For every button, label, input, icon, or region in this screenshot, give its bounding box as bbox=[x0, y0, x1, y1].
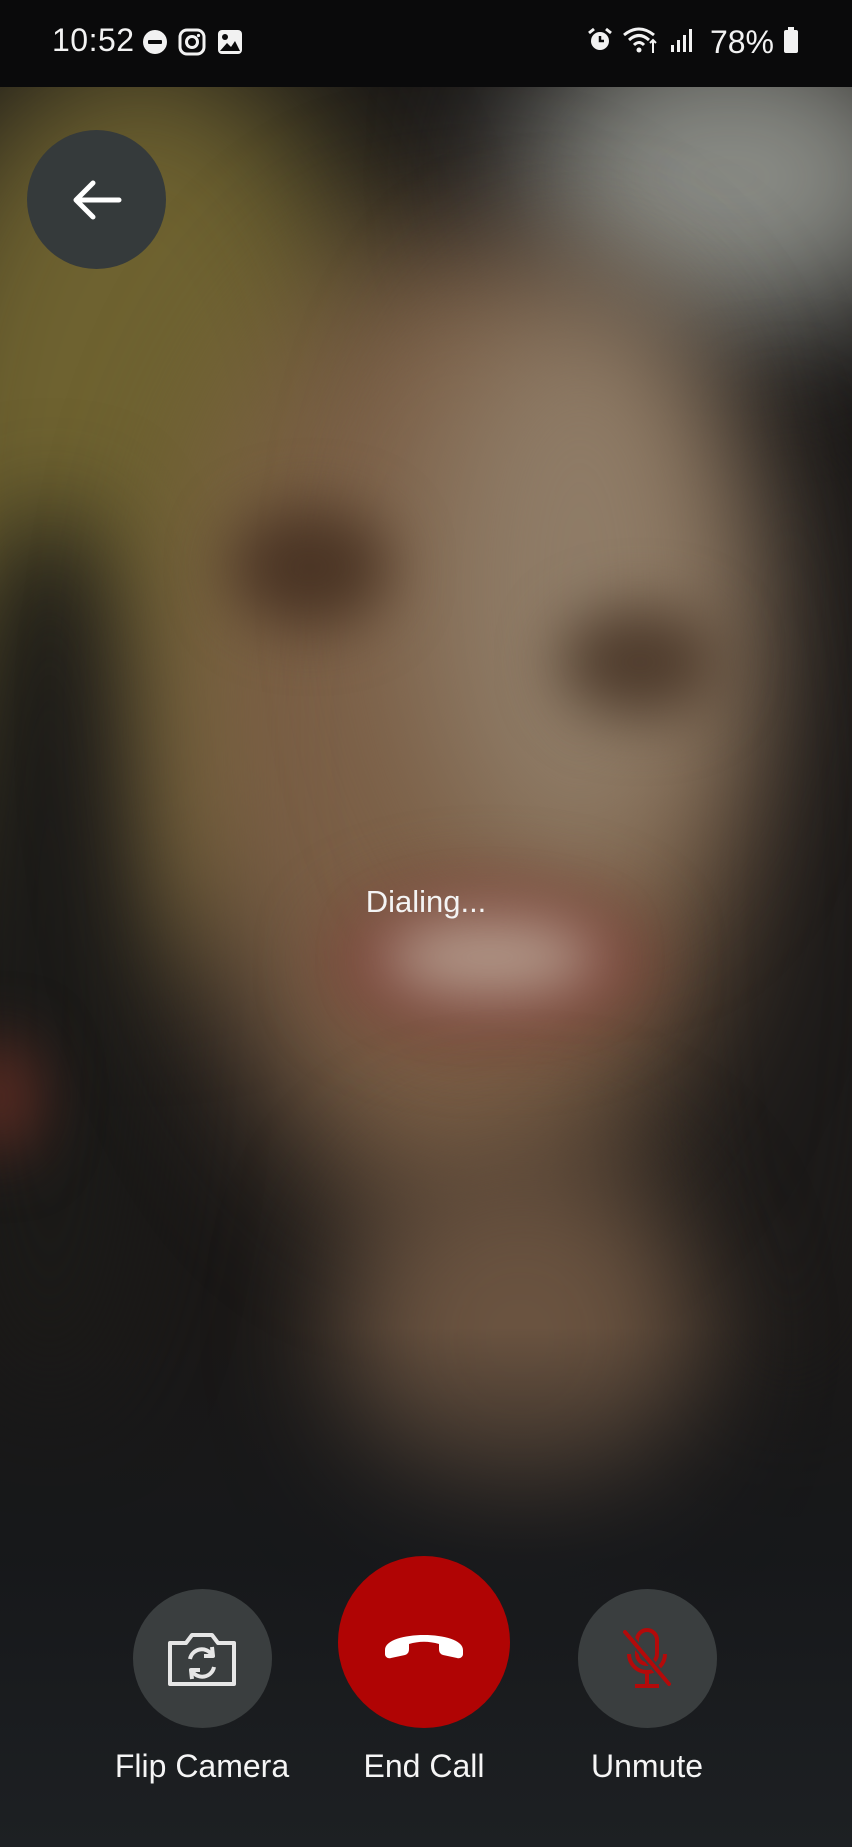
flip-camera-button[interactable] bbox=[132, 1589, 272, 1728]
unmute-label: Unmute bbox=[590, 1748, 704, 1784]
flip-camera-icon bbox=[168, 1632, 236, 1686]
status-time: 10:52 bbox=[52, 22, 135, 58]
battery-percent: 78% bbox=[709, 24, 774, 60]
instagram-icon bbox=[178, 28, 206, 61]
microphone-off-icon bbox=[621, 1627, 673, 1688]
unmute-control: Unmute bbox=[547, 1589, 747, 1785]
end-call-button[interactable] bbox=[338, 1556, 510, 1728]
phone-hangup-icon bbox=[385, 1635, 463, 1659]
battery-icon bbox=[782, 26, 800, 59]
alarm-icon bbox=[586, 26, 614, 59]
back-button[interactable] bbox=[27, 130, 166, 269]
do-not-disturb-icon bbox=[142, 29, 168, 60]
flip-camera-label: Flip Camera bbox=[114, 1748, 290, 1784]
call-status-text: Dialing... bbox=[365, 884, 487, 919]
signal-icon bbox=[668, 26, 696, 59]
status-system-icons: 78% bbox=[586, 24, 800, 61]
gallery-icon bbox=[216, 28, 244, 61]
wifi-icon bbox=[622, 26, 660, 59]
arrow-left-icon bbox=[73, 180, 121, 219]
flip-camera-control: Flip Camera bbox=[102, 1589, 302, 1785]
end-call-control: End Call bbox=[324, 1556, 524, 1785]
unmute-button[interactable] bbox=[577, 1589, 717, 1728]
status-bar: 10:52 78% bbox=[0, 0, 852, 87]
end-call-label: End Call bbox=[363, 1748, 485, 1784]
video-call-screen: 10:52 78% Dialing... Flip Camera End Cal… bbox=[0, 0, 852, 1847]
status-notification-icons bbox=[142, 28, 244, 61]
